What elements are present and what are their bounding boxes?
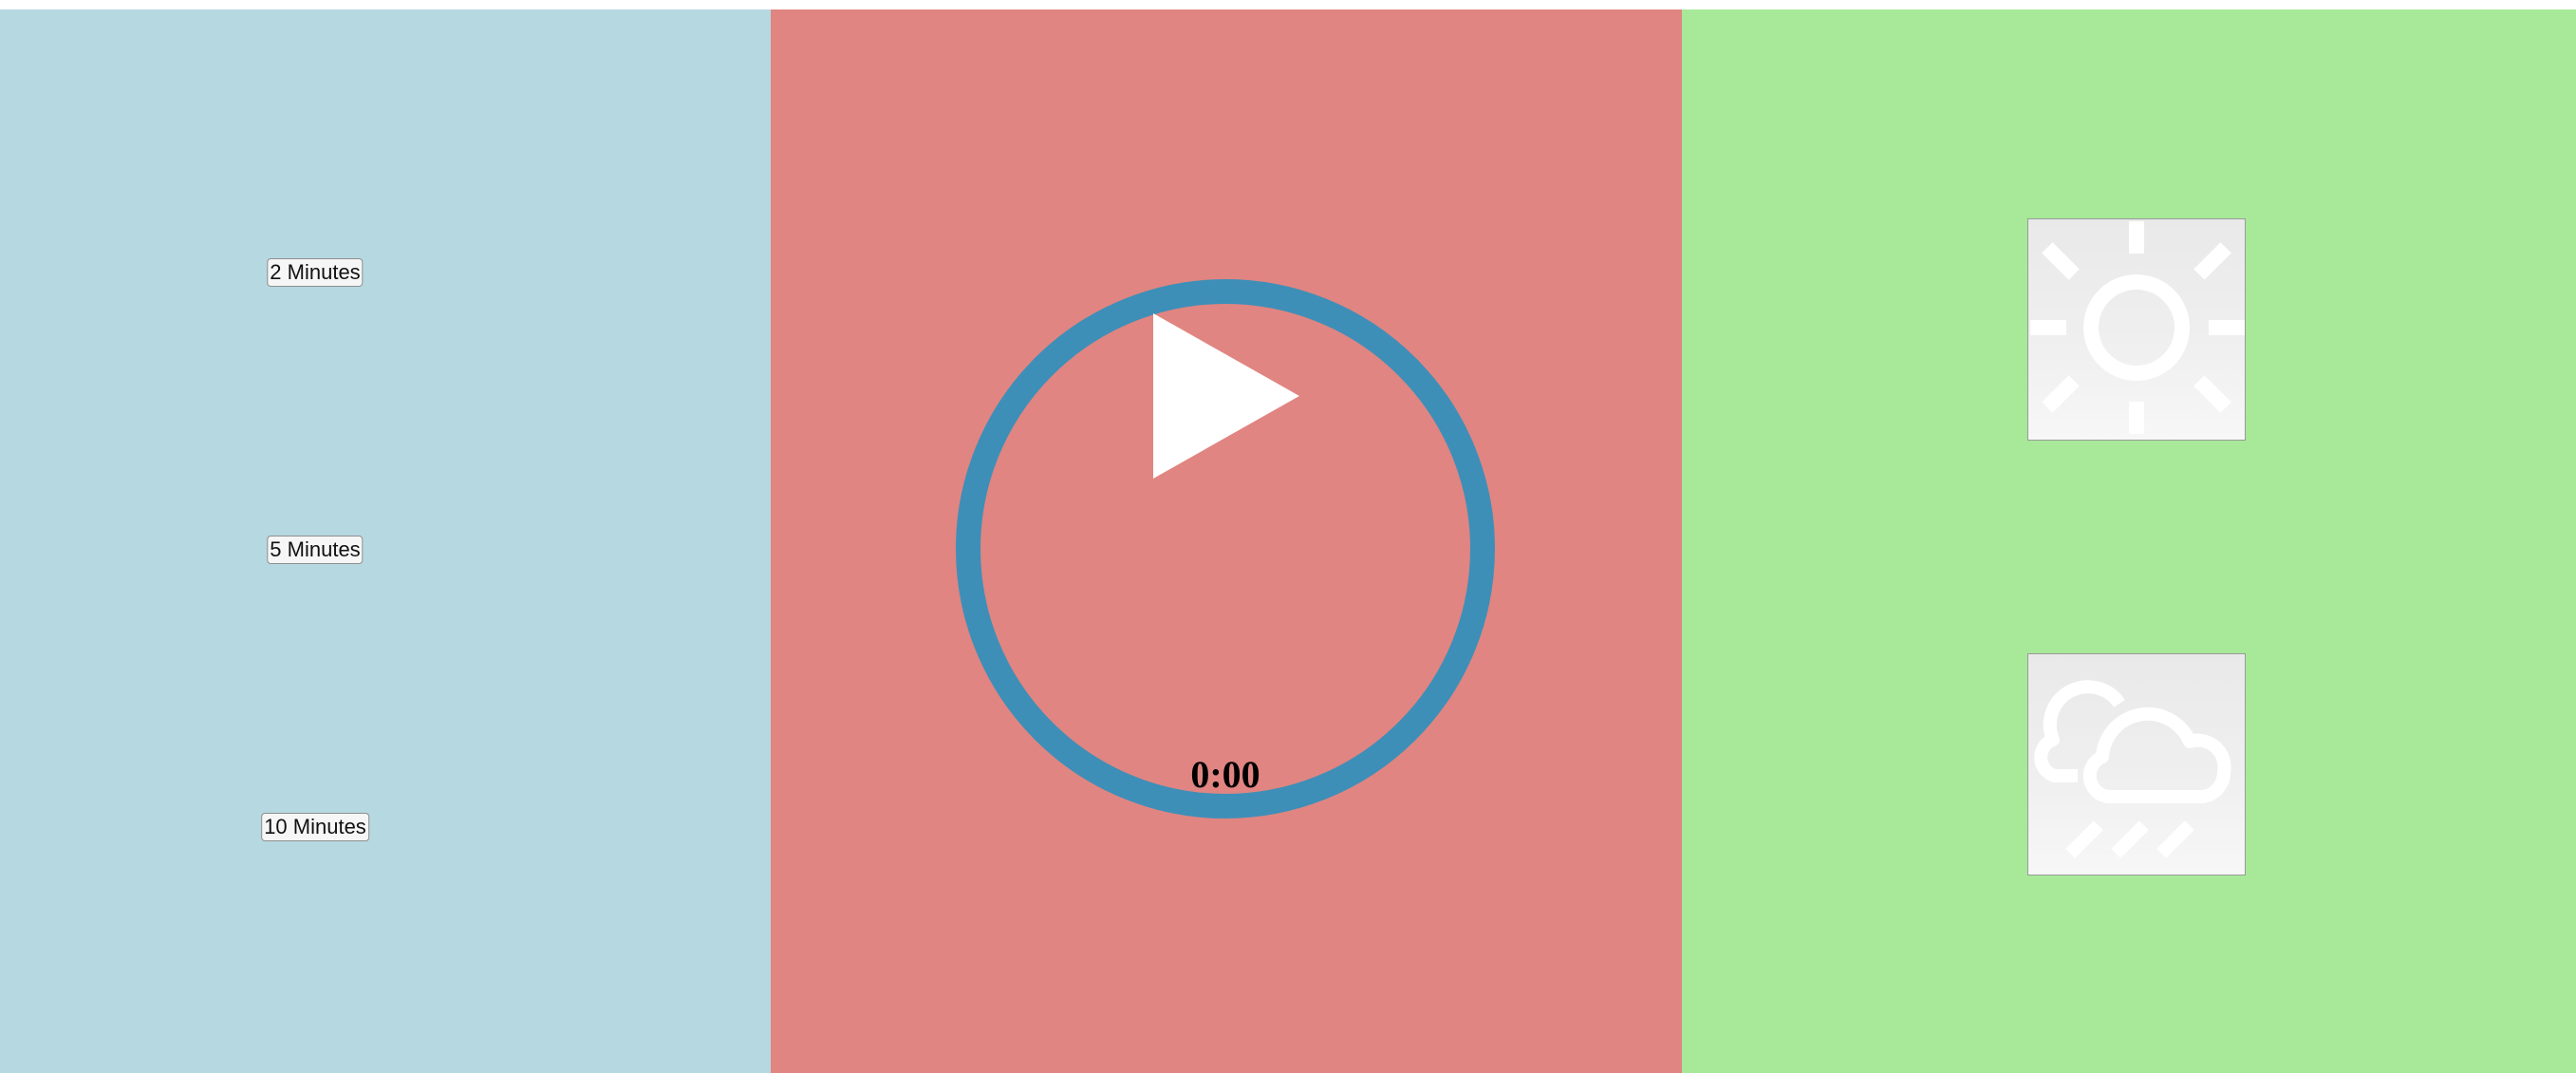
rain-cloud-icon [2034,680,2231,858]
duration-5-minutes-button[interactable]: 5 Minutes [267,536,364,564]
duration-2-minutes-button[interactable]: 2 Minutes [267,258,364,287]
duration-panel: 2 Minutes 5 Minutes 10 Minutes [0,9,771,1073]
play-icon [1153,313,1299,479]
time-display: 0:00 [1190,753,1260,796]
weather-panel [1682,9,2576,1073]
rainy-weather-button[interactable] [2027,653,2246,875]
play-button[interactable] [1150,311,1302,481]
sunny-weather-button[interactable] [2027,218,2246,441]
duration-10-minutes-button[interactable]: 10 Minutes [261,813,369,841]
app: 2 Minutes 5 Minutes 10 Minutes 0:00 [0,9,2576,1073]
sun-icon [2030,221,2245,434]
